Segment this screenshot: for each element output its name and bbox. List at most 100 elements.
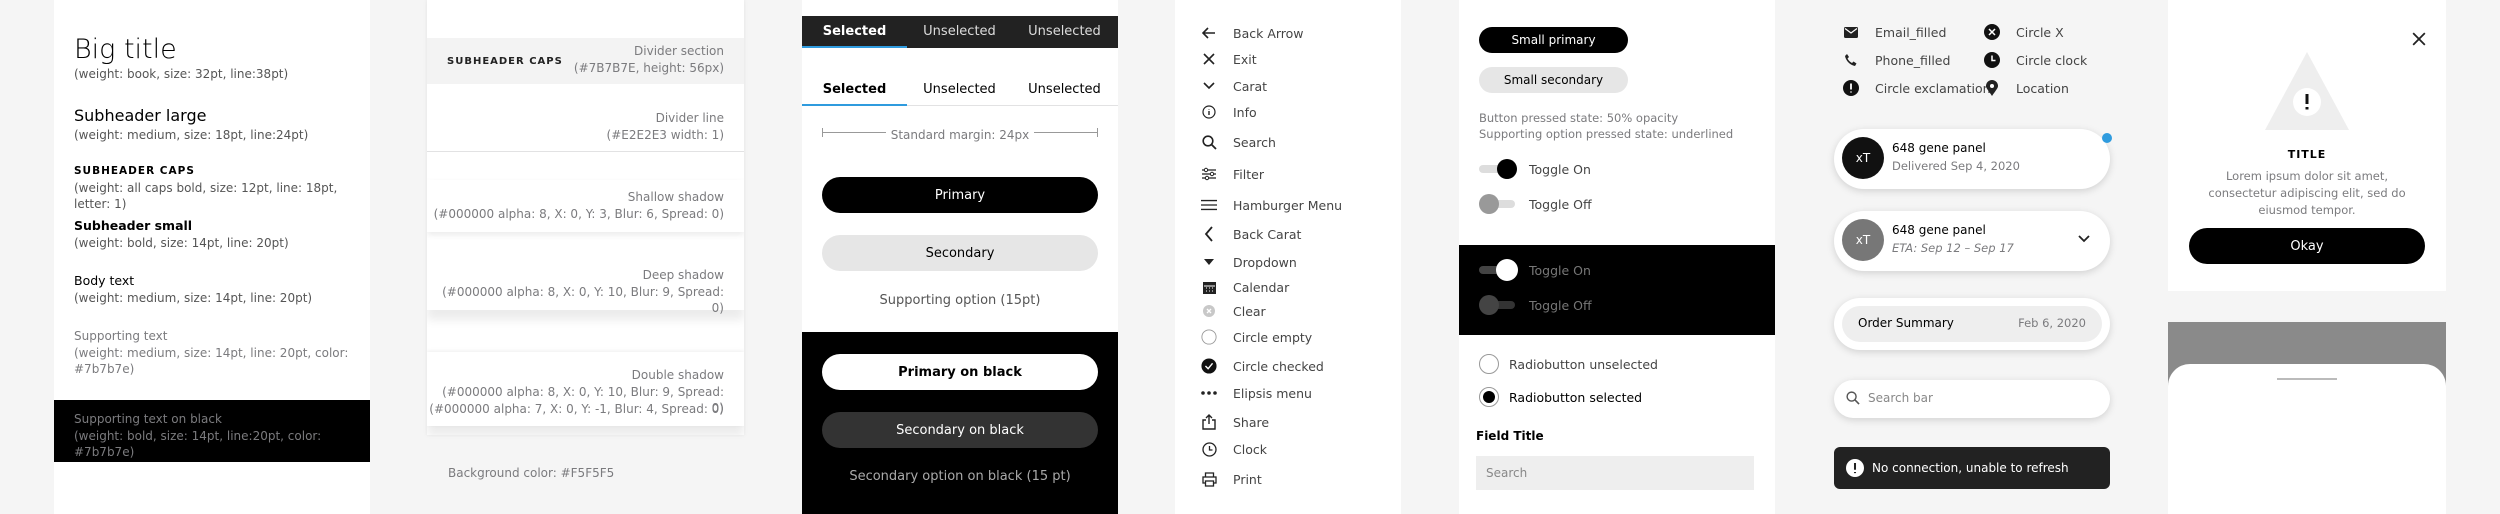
supporting-option-link[interactable]: Supporting option (15pt) xyxy=(802,293,1118,308)
order-summary-date: Feb 6, 2020 xyxy=(2018,316,2086,330)
toggle-off-dark-switch[interactable] xyxy=(1479,295,1519,315)
close-icon[interactable] xyxy=(2412,32,2426,46)
clock-icon xyxy=(1201,441,1217,457)
tab-unselected-light[interactable]: Unselected xyxy=(1012,82,1117,97)
circle-exclamation-icon xyxy=(1846,459,1864,477)
dividers-panel: SUBHEADER CAPS Divider section (#7B7B7E,… xyxy=(427,0,744,435)
unread-dot xyxy=(2102,133,2112,143)
icon-row: Location xyxy=(1984,79,2069,97)
phone-icon xyxy=(1843,52,1859,68)
typography-panel: Big title (weight: book, size: 32pt, lin… xyxy=(54,0,370,514)
toggle-off-dark-row: Toggle Off xyxy=(1479,295,1592,315)
close-icon xyxy=(1201,51,1217,67)
dark-toggle-area: Toggle On Toggle Off xyxy=(1459,245,1775,335)
search-field[interactable]: Search xyxy=(1476,456,1754,490)
icon-row: Clock xyxy=(1201,440,1267,458)
print-icon xyxy=(1201,471,1217,487)
tab-unselected-light[interactable]: Unselected xyxy=(907,82,1012,97)
card-subtitle: Delivered Sep 4, 2020 xyxy=(1892,159,2020,173)
pressed-state-note: Button pressed state: 50% opacity Suppor… xyxy=(1479,111,1734,141)
primary-button[interactable]: Primary xyxy=(822,177,1098,213)
toggle-on-switch[interactable] xyxy=(1479,159,1519,179)
tab-selected-dark[interactable]: Selected xyxy=(802,24,907,39)
circle-x-icon xyxy=(1984,24,2000,40)
radio-unselected-row: Radiobutton unselected xyxy=(1479,354,1658,374)
warning-icon xyxy=(2263,50,2351,132)
icon-row: Email_filled xyxy=(1843,23,1946,41)
subheader-large-sample: Subheader large (weight: medium, size: 1… xyxy=(74,106,309,142)
search-icon xyxy=(1846,391,1860,405)
icon-row: Print xyxy=(1201,470,1262,488)
tab-indicator xyxy=(802,104,907,106)
search-bar[interactable]: Search bar xyxy=(1834,380,2110,418)
search-icon xyxy=(1201,134,1217,150)
location-icon xyxy=(1984,80,2000,96)
order-card-delivered[interactable]: xT 648 gene panel Delivered Sep 4, 2020 xyxy=(1834,129,2112,189)
arrow-left-icon xyxy=(1201,25,1217,41)
small-primary-button[interactable]: Small primary xyxy=(1479,27,1628,53)
toggle-on-row: Toggle On xyxy=(1479,159,1591,179)
deep-shadow-sample: Deep shadow (#000000 alpha: 8, X: 0, Y: … xyxy=(427,258,744,315)
icon-row: Dropdown xyxy=(1201,253,1297,271)
black-button-area: Primary on black Secondary on black Seco… xyxy=(802,332,1118,514)
big-title-sample: Big title (weight: book, size: 32pt, lin… xyxy=(74,34,289,81)
circle-empty-icon xyxy=(1201,329,1217,345)
icon-row: Circle checked xyxy=(1201,357,1324,375)
toggle-off-switch[interactable] xyxy=(1479,194,1519,214)
avatar: xT xyxy=(1842,137,1884,179)
small-secondary-button[interactable]: Small secondary xyxy=(1479,67,1628,93)
bottom-sheet xyxy=(2168,364,2446,514)
radio-selected[interactable] xyxy=(1479,387,1499,407)
error-toast: No connection, unable to refresh xyxy=(1834,447,2110,489)
supporting-text-sample: Supporting text (weight: medium, size: 1… xyxy=(74,329,349,376)
icon-row: Circle clock xyxy=(1984,51,2087,69)
icon-list-panel: Back Arrow Exit Carat Info Search Filter… xyxy=(1175,0,1401,514)
tab-unselected-dark[interactable]: Unselected xyxy=(907,24,1012,39)
toggle-on-dark-switch[interactable] xyxy=(1479,259,1519,281)
secondary-on-black-button[interactable]: Secondary on black xyxy=(822,412,1098,448)
order-card-eta[interactable]: xT 648 gene panel ETA: Sep 12 – Sep 17 xyxy=(1834,211,2110,271)
order-summary-card[interactable]: Order Summary Feb 6, 2020 xyxy=(1834,298,2110,350)
dialog-body: Lorem ipsum dolor sit amet, consectetur … xyxy=(2208,169,2406,217)
divider-line-sample: Divider line (#E2E2E3 width: 1) xyxy=(427,108,744,152)
icon-row: Search xyxy=(1201,133,1276,151)
shallow-shadow-sample: Shallow shadow (#000000 alpha: 8, X: 0, … xyxy=(427,180,744,232)
error-text: No connection, unable to refresh xyxy=(1872,461,2069,475)
icon-row: Exit xyxy=(1201,50,1257,68)
tab-unselected-dark[interactable]: Unselected xyxy=(1012,24,1117,39)
ellipsis-icon xyxy=(1201,385,1217,401)
card-title: 648 gene panel xyxy=(1892,223,1986,237)
icon-row: Clear xyxy=(1201,302,1266,320)
okay-button[interactable]: Okay xyxy=(2189,228,2425,264)
circle-exclamation-icon xyxy=(1843,80,1859,96)
icon-row: Filter xyxy=(1201,165,1264,183)
order-summary-label: Order Summary xyxy=(1858,316,1954,330)
hamburger-icon xyxy=(1201,197,1217,213)
radio-unselected[interactable] xyxy=(1479,354,1499,374)
circle-clock-icon xyxy=(1984,52,2000,68)
card-title: 648 gene panel xyxy=(1892,141,1986,155)
icon-row: Back Arrow xyxy=(1201,24,1304,42)
secondary-button[interactable]: Secondary xyxy=(822,235,1098,271)
secondary-option-black-link[interactable]: Secondary option on black (15 pt) xyxy=(802,469,1118,484)
primary-on-black-button[interactable]: Primary on black xyxy=(822,354,1098,390)
icon-row: Back Carat xyxy=(1201,225,1301,243)
icon-row: Circle X xyxy=(1984,23,2064,41)
email-icon xyxy=(1843,24,1859,40)
tab-indicator xyxy=(802,46,907,48)
dialog-title: TITLE xyxy=(2287,148,2327,161)
field-title: Field Title xyxy=(1476,429,1544,443)
chevron-down-icon[interactable] xyxy=(2078,235,2090,243)
buttons-panel: Selected Unselected Unselected Selected … xyxy=(802,0,1118,514)
icon-row: Elipsis menu xyxy=(1201,384,1312,402)
icon-row: Phone_filled xyxy=(1843,51,1950,69)
tab-selected-light[interactable]: Selected xyxy=(802,82,907,97)
toggle-off-row: Toggle Off xyxy=(1479,194,1592,214)
sheet-handle[interactable] xyxy=(2277,378,2337,380)
icon-row: Calendar xyxy=(1201,278,1289,296)
share-icon xyxy=(1201,414,1217,430)
black-sample-block: Supporting text on black (weight: bold, … xyxy=(54,400,370,462)
dropdown-icon xyxy=(1201,254,1217,270)
radio-selected-row: Radiobutton selected xyxy=(1479,387,1642,407)
light-tab-bar: Selected Unselected Unselected xyxy=(802,72,1118,106)
